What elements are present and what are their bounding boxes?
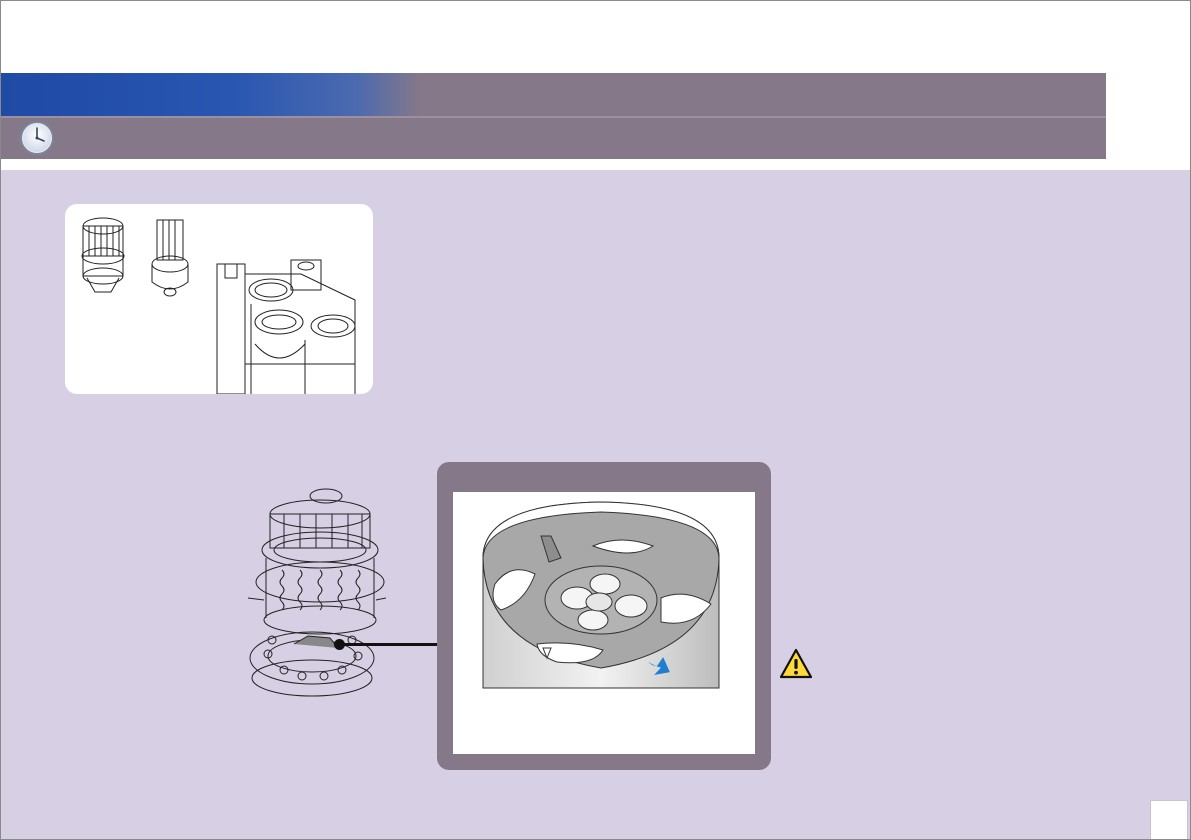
thumbnail-card [65, 204, 373, 394]
header-title-tab [0, 73, 420, 117]
warning-icon [779, 648, 813, 679]
rotor-assembly-icon [81, 217, 125, 293]
clock-icon [20, 121, 54, 155]
machine-block-icon [216, 259, 356, 394]
page-number [1150, 800, 1188, 840]
detail-view-frame [437, 462, 771, 770]
header-divider [0, 116, 1106, 118]
callout-leader-line [340, 643, 440, 646]
top-margin [0, 0, 1191, 73]
rotor-cutaway-icon [151, 219, 189, 297]
detail-view [453, 492, 755, 754]
rotor-exploded-icon [247, 488, 387, 697]
callout-leader-dot [334, 639, 345, 650]
disc-detail-icon [481, 498, 721, 694]
